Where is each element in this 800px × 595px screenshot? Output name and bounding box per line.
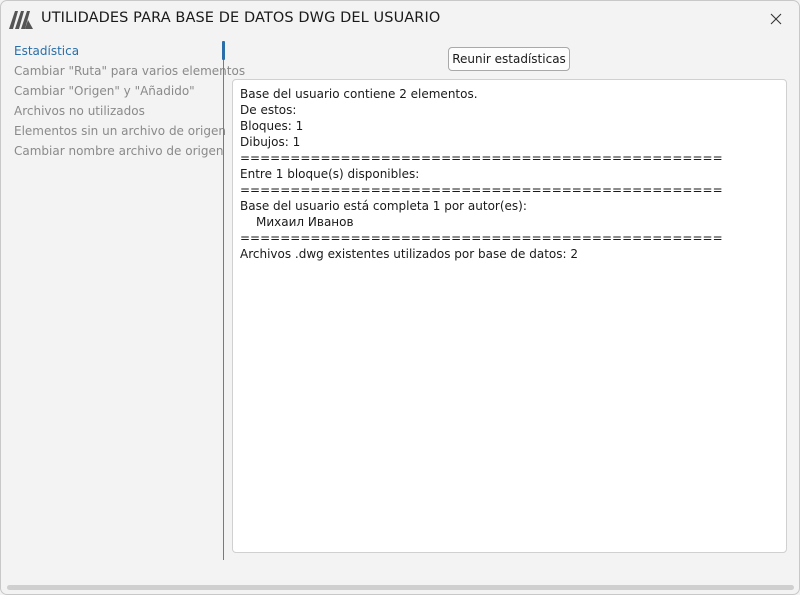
separator-line: ========================================… [240, 183, 723, 197]
active-item-indicator [222, 41, 225, 60]
sidebar-divider [223, 43, 224, 560]
output-line: Bloques: 1 [240, 119, 304, 133]
statistics-output-panel[interactable]: Base del usuario contiene 2 elementos. D… [232, 79, 787, 553]
output-line: Base del usuario está completa 1 por aut… [240, 199, 527, 213]
sidebar-item-change-origin-added[interactable]: Cambiar "Origen" y "Añadido" [1, 81, 223, 101]
sidebar-item-statistics[interactable]: Estadística [1, 41, 223, 61]
app-window: UTILIDADES PARA BASE DE DATOS DWG DEL US… [0, 0, 800, 595]
app-logo-icon [9, 11, 33, 29]
close-button[interactable] [757, 4, 795, 34]
title-bar[interactable]: UTILIDADES PARA BASE DE DATOS DWG DEL US… [1, 1, 799, 37]
close-icon [770, 13, 782, 25]
sidebar-item-change-path[interactable]: Cambiar "Ruta" para varios elementos [1, 61, 245, 81]
separator-line: ========================================… [240, 231, 723, 245]
sidebar-item-rename-source-file[interactable]: Cambiar nombre archivo de origen [1, 141, 223, 161]
status-bar [7, 585, 794, 590]
output-line: Base del usuario contiene 2 elementos. [240, 87, 478, 101]
output-line: Entre 1 bloque(s) disponibles: [240, 167, 420, 181]
output-line: Dibujos: 1 [240, 135, 301, 149]
separator-line: ========================================… [240, 151, 723, 165]
sidebar-nav: Estadística Cambiar "Ruta" para varios e… [1, 41, 245, 161]
gather-statistics-button[interactable]: Reunir estadísticas [448, 47, 570, 71]
output-line: Archivos .dwg existentes utilizados por … [240, 247, 579, 261]
output-line: De estos: [240, 103, 297, 117]
author-name: Михаил Иванов [256, 215, 354, 229]
window-title: UTILIDADES PARA BASE DE DATOS DWG DEL US… [41, 10, 441, 26]
sidebar-item-elements-without-source[interactable]: Elementos sin un archivo de origen [1, 121, 226, 141]
sidebar-item-unused-files[interactable]: Archivos no utilizados [1, 101, 223, 121]
